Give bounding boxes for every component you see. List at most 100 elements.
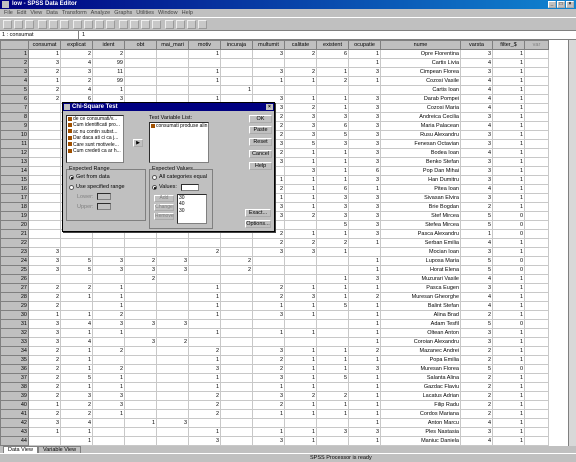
data-cell[interactable] (124, 436, 157, 446)
menu-help[interactable]: Help (182, 9, 193, 17)
dialog-close-icon[interactable]: × (266, 104, 273, 110)
column-header[interactable]: explicat (60, 40, 93, 50)
data-cell[interactable]: 2 (28, 373, 61, 383)
data-cell[interactable] (252, 337, 285, 347)
data-cell[interactable] (220, 328, 253, 338)
data-cell[interactable]: 4 (460, 148, 493, 158)
data-cell[interactable]: 1 (28, 427, 61, 437)
data-cell[interactable]: 3 (28, 319, 61, 329)
minimize-button[interactable]: _ (548, 1, 556, 8)
data-cell[interactable] (156, 409, 189, 419)
data-cell[interactable]: 3 (316, 211, 349, 221)
empty-cell[interactable] (524, 121, 549, 131)
remove-button[interactable]: Remove (154, 213, 174, 220)
empty-cell[interactable] (524, 319, 549, 329)
data-cell[interactable]: 3 (348, 112, 381, 122)
data-cell[interactable] (220, 418, 253, 428)
empty-cell[interactable] (524, 184, 549, 194)
data-cell[interactable]: Han Dumitru (380, 175, 461, 185)
data-cell[interactable]: 1 (348, 409, 381, 419)
data-cell[interactable]: 3 (156, 319, 189, 329)
data-cell[interactable]: 5 (460, 319, 493, 329)
data-cell[interactable]: 2 (284, 211, 317, 221)
data-cell[interactable]: 1 (188, 301, 221, 311)
data-cell[interactable]: 2 (92, 364, 125, 374)
empty-cell[interactable] (524, 211, 549, 221)
row-number[interactable]: 13 (0, 157, 29, 167)
data-cell[interactable]: 3 (284, 247, 317, 257)
data-cell[interactable]: 2 (460, 391, 493, 401)
data-cell[interactable]: 1 (348, 391, 381, 401)
data-cell[interactable]: 2 (460, 310, 493, 320)
ok-button[interactable]: OK (249, 115, 272, 123)
row-number[interactable]: 29 (0, 301, 29, 311)
data-cell[interactable]: 3 (460, 112, 493, 122)
data-cell[interactable]: Pasca Eugen (380, 283, 461, 293)
data-cell[interactable]: 1 (252, 382, 285, 392)
data-cell[interactable] (156, 76, 189, 86)
data-cell[interactable]: 1 (316, 94, 349, 104)
data-cell[interactable]: 1 (492, 373, 525, 383)
data-cell[interactable]: 5 (60, 373, 93, 383)
row-number[interactable]: 22 (0, 238, 29, 248)
data-cell[interactable]: Anton Marcu (380, 418, 461, 428)
data-cell[interactable]: 1 (348, 301, 381, 311)
data-cell[interactable] (156, 67, 189, 77)
data-cell[interactable]: Cozosi Maria (380, 103, 461, 113)
data-cell[interactable]: 0 (492, 319, 525, 329)
data-cell[interactable] (28, 121, 61, 131)
data-cell[interactable]: 2 (28, 94, 61, 104)
empty-cell[interactable] (524, 283, 549, 293)
data-cell[interactable]: 5 (316, 220, 349, 230)
data-cell[interactable]: 4 (460, 121, 493, 131)
data-cell[interactable]: 4 (460, 85, 493, 95)
data-cell[interactable]: Maria Palacean (380, 121, 461, 131)
column-header[interactable]: consumat (28, 40, 61, 50)
data-cell[interactable]: 1 (28, 400, 61, 410)
row-number[interactable]: 4 (0, 76, 29, 86)
data-cell[interactable]: 3 (460, 166, 493, 176)
data-cell[interactable]: 2 (316, 238, 349, 248)
data-cell[interactable]: 1 (252, 427, 285, 437)
data-cell[interactable]: 1 (316, 166, 349, 176)
data-cell[interactable]: 3 (156, 256, 189, 266)
data-cell[interactable]: 1 (284, 148, 317, 158)
menu-analyze[interactable]: Analyze (91, 9, 111, 17)
row-number[interactable]: 39 (0, 391, 29, 401)
options-button[interactable]: Options... (245, 220, 271, 228)
data-cell[interactable]: 2 (28, 292, 61, 302)
empty-cell[interactable] (524, 112, 549, 122)
data-cell[interactable]: Ples Nastasia (380, 427, 461, 437)
data-cell[interactable]: 1 (284, 310, 317, 320)
data-cell[interactable]: 1 (348, 382, 381, 392)
data-cell[interactable]: 4 (60, 85, 93, 95)
data-cell[interactable] (220, 346, 253, 356)
data-cell[interactable]: Cartis Ioan (380, 85, 461, 95)
row-number[interactable]: 3 (0, 67, 29, 77)
data-cell[interactable]: 1 (492, 85, 525, 95)
exact-button[interactable]: Exact... (245, 209, 271, 217)
data-cell[interactable]: 3 (348, 229, 381, 239)
data-cell[interactable]: 1 (316, 400, 349, 410)
row-number[interactable]: 27 (0, 283, 29, 293)
data-cell[interactable] (284, 85, 317, 95)
data-cell[interactable] (92, 274, 125, 284)
data-cell[interactable] (284, 274, 317, 284)
empty-cell[interactable] (524, 364, 549, 374)
data-cell[interactable]: 2 (252, 238, 285, 248)
empty-cell[interactable] (524, 229, 549, 239)
data-cell[interactable]: 3 (460, 427, 493, 437)
data-cell[interactable]: 6 (316, 121, 349, 131)
data-cell[interactable]: Darab Pompei (380, 94, 461, 104)
data-cell[interactable]: 1 (492, 301, 525, 311)
row-number[interactable]: 15 (0, 175, 29, 185)
column-header[interactable]: motiv (188, 40, 221, 50)
data-cell[interactable] (124, 301, 157, 311)
data-cell[interactable]: 1 (188, 49, 221, 59)
data-cell[interactable]: 4 (460, 76, 493, 86)
data-cell[interactable]: Sivasan Elvira (380, 193, 461, 203)
row-number[interactable]: 28 (0, 292, 29, 302)
data-cell[interactable]: 0 (492, 265, 525, 275)
data-cell[interactable]: Lacatus Adrian (380, 391, 461, 401)
data-cell[interactable]: 3 (460, 130, 493, 140)
